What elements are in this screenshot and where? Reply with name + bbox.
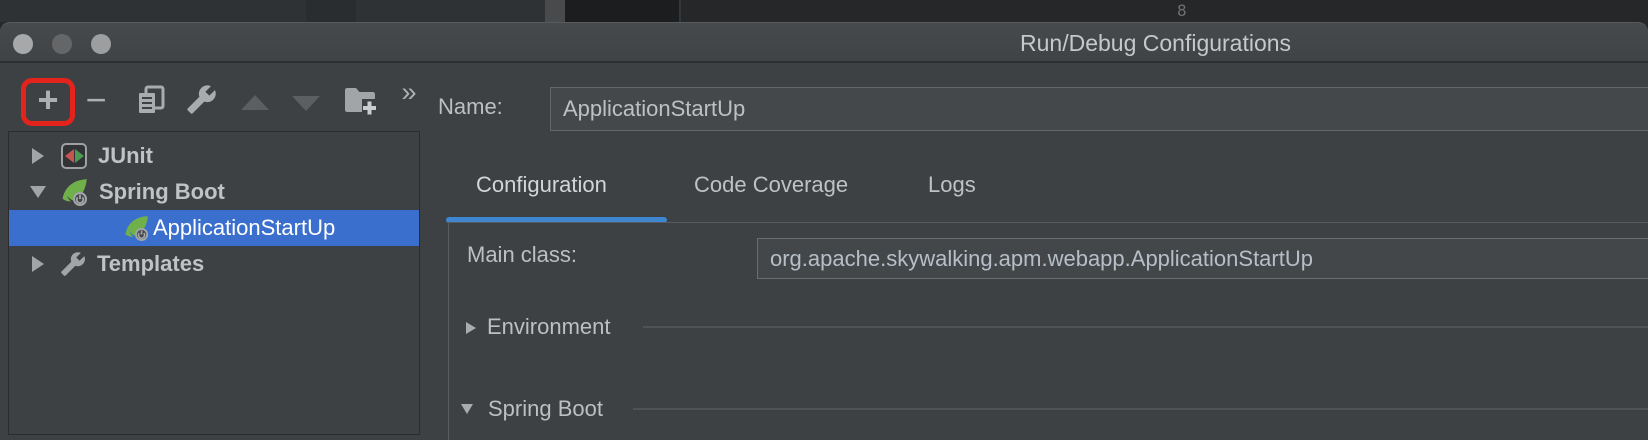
move-down-icon[interactable] [292, 96, 320, 111]
zoom-window-button[interactable] [91, 34, 111, 54]
background-panel [0, 0, 545, 22]
wrench-icon [60, 251, 86, 277]
remove-configuration-button[interactable]: − [76, 79, 116, 121]
chevron-down-icon[interactable] [30, 186, 46, 198]
background-window: 8 [0, 0, 1648, 22]
spring-boot-icon [60, 178, 88, 206]
edit-templates-wrench-icon[interactable] [186, 84, 217, 115]
minimize-window-button[interactable] [52, 34, 72, 54]
tree-item-label: JUnit [98, 143, 153, 169]
section-divider [643, 326, 1648, 328]
configurations-tree: JUnit Spring Boot App [8, 131, 420, 435]
junit-icon [61, 143, 87, 169]
name-input[interactable] [550, 87, 1648, 131]
junit-green-arrow [75, 149, 84, 163]
tree-row-applicationstartup-selected[interactable]: ApplicationStartUp [9, 210, 419, 246]
section-spring-boot[interactable]: Spring Boot [488, 396, 603, 422]
section-divider [633, 408, 1648, 410]
tree-row-templates[interactable]: Templates [10, 246, 418, 282]
chevron-right-icon[interactable] [466, 322, 476, 334]
background-editor-divider [679, 0, 681, 22]
tab-logs[interactable]: Logs [928, 172, 976, 198]
spring-boot-icon [123, 215, 149, 241]
name-label: Name: [438, 94, 503, 120]
tab-code-coverage[interactable]: Code Coverage [694, 172, 848, 198]
chevron-right-icon[interactable] [32, 148, 44, 164]
copy-configuration-icon[interactable] [136, 85, 166, 115]
tree-item-label: ApplicationStartUp [153, 215, 335, 241]
section-environment[interactable]: Environment [487, 314, 611, 340]
main-class-input[interactable] [757, 238, 1648, 279]
chevron-right-icon[interactable] [32, 256, 44, 272]
editor-line-number: 8 [1177, 1, 1187, 20]
background-panel-divider [306, 0, 356, 22]
move-up-icon[interactable] [241, 95, 269, 110]
background-scrollbar [545, 0, 565, 22]
dialog-title: Run/Debug Configurations [1020, 30, 1291, 57]
tree-row-junit[interactable]: JUnit [10, 138, 418, 174]
tree-row-spring-boot[interactable]: Spring Boot [10, 174, 418, 210]
dialog-titlebar[interactable]: Run/Debug Configurations [0, 22, 1648, 63]
red-highlight-annotation [21, 78, 75, 126]
run-debug-configurations-dialog: Run/Debug Configurations + − » [0, 22, 1648, 440]
tree-item-label: Templates [97, 251, 204, 277]
tab-configuration[interactable]: Configuration [476, 172, 607, 198]
new-folder-icon[interactable] [343, 84, 377, 115]
close-window-button[interactable] [13, 34, 33, 54]
more-actions-button[interactable]: » [393, 75, 423, 109]
main-class-label: Main class: [467, 242, 577, 268]
tree-item-label: Spring Boot [99, 179, 225, 205]
screenshot-root: 8 Run/Debug Configurations + − [0, 0, 1648, 440]
chevron-down-icon[interactable] [461, 404, 473, 414]
background-editor-gutter: 8 [565, 0, 680, 22]
junit-red-arrow [65, 149, 74, 163]
